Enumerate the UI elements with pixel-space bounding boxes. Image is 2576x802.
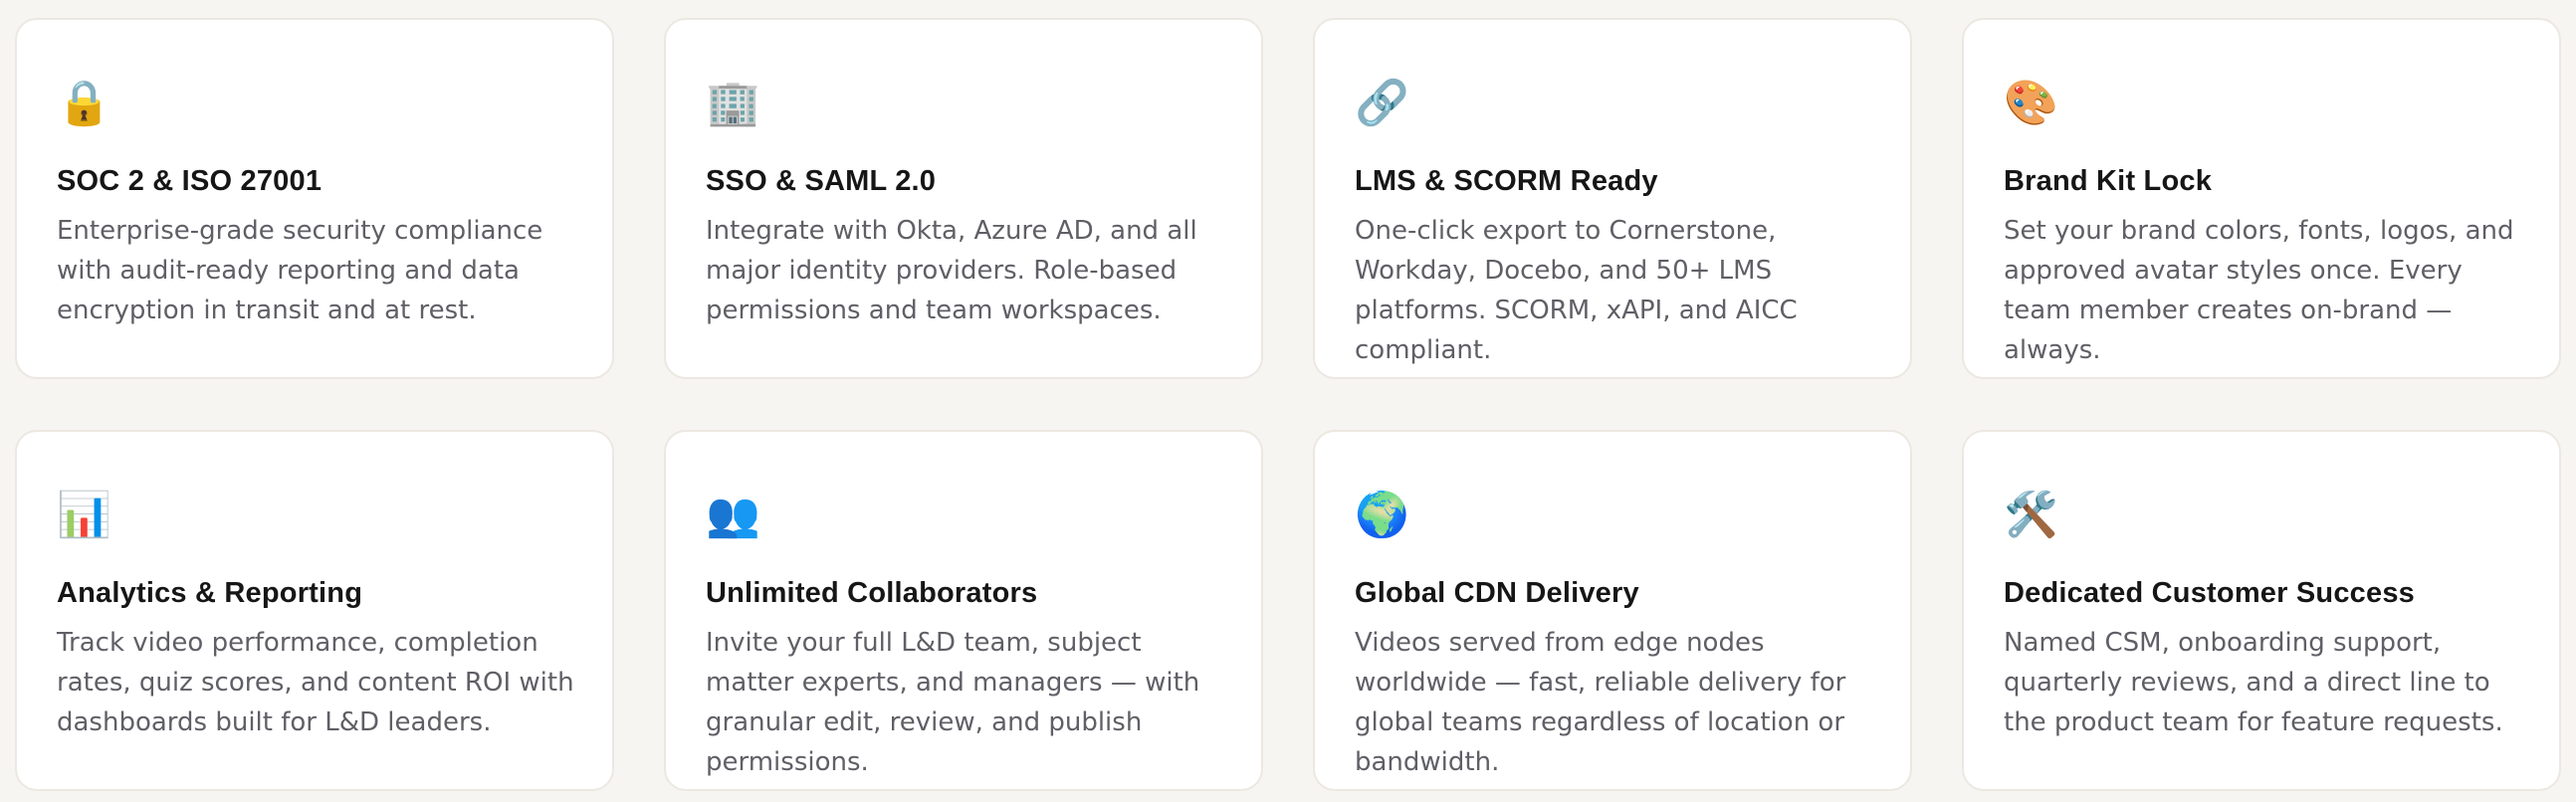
feature-description: One-click export to Cornerstone, Workday… [1355,216,1798,365]
feature-description: Videos served from edge nodes worldwide … [1355,628,1846,777]
feature-card-cdn: 🌍 Global CDN Delivery Videos served from… [1313,430,1912,791]
feature-card-brand-kit: 🎨 Brand Kit Lock Set your brand colors, … [1962,18,2561,379]
feature-title: LMS & SCORM Ready [1355,165,1658,197]
features-section: 🔒 SOC 2 & ISO 27001 Enterprise-grade sec… [0,0,2576,802]
feature-title: SSO & SAML 2.0 [706,165,937,197]
feature-card-sso: 🏢 SSO & SAML 2.0 Integrate with Okta, Az… [664,18,1263,379]
feature-description: Named CSM, onboarding support, quarterly… [2004,628,2503,737]
feature-description: Enterprise-grade security compliance wit… [57,216,543,325]
link-icon: 🔗 [1355,78,1409,128]
feature-title: SOC 2 & ISO 27001 [57,165,322,197]
people-icon: 👥 [706,490,760,540]
feature-card-analytics: 📊 Analytics & Reporting Track video perf… [15,430,614,791]
feature-card-soc2: 🔒 SOC 2 & ISO 27001 Enterprise-grade sec… [15,18,614,379]
feature-title: Global CDN Delivery [1355,577,1639,609]
bar-chart-icon: 📊 [57,490,111,540]
feature-description: Invite your full L&D team, subject matte… [706,628,1200,777]
feature-title: Analytics & Reporting [57,577,363,609]
feature-description: Track video performance, completion rate… [57,628,574,737]
feature-title: Dedicated Customer Success [2004,577,2415,609]
feature-card-lms: 🔗 LMS & SCORM Ready One-click export to … [1313,18,1912,379]
hammer-and-wrench-icon: 🛠️ [2004,490,2058,540]
feature-card-collaborators: 👥 Unlimited Collaborators Invite your fu… [664,430,1263,791]
feature-description: Set your brand colors, fonts, logos, and… [2004,216,2514,365]
feature-title: Brand Kit Lock [2004,165,2213,197]
feature-card-customer-success: 🛠️ Dedicated Customer Success Named CSM,… [1962,430,2561,791]
feature-title: Unlimited Collaborators [706,577,1038,609]
globe-icon: 🌍 [1355,490,1409,540]
feature-grid: 🔒 SOC 2 & ISO 27001 Enterprise-grade sec… [15,18,2561,791]
artist-palette-icon: 🎨 [2004,78,2058,128]
feature-description: Integrate with Okta, Azure AD, and all m… [706,216,1197,325]
office-building-icon: 🏢 [706,78,760,128]
lock-icon: 🔒 [57,78,111,128]
